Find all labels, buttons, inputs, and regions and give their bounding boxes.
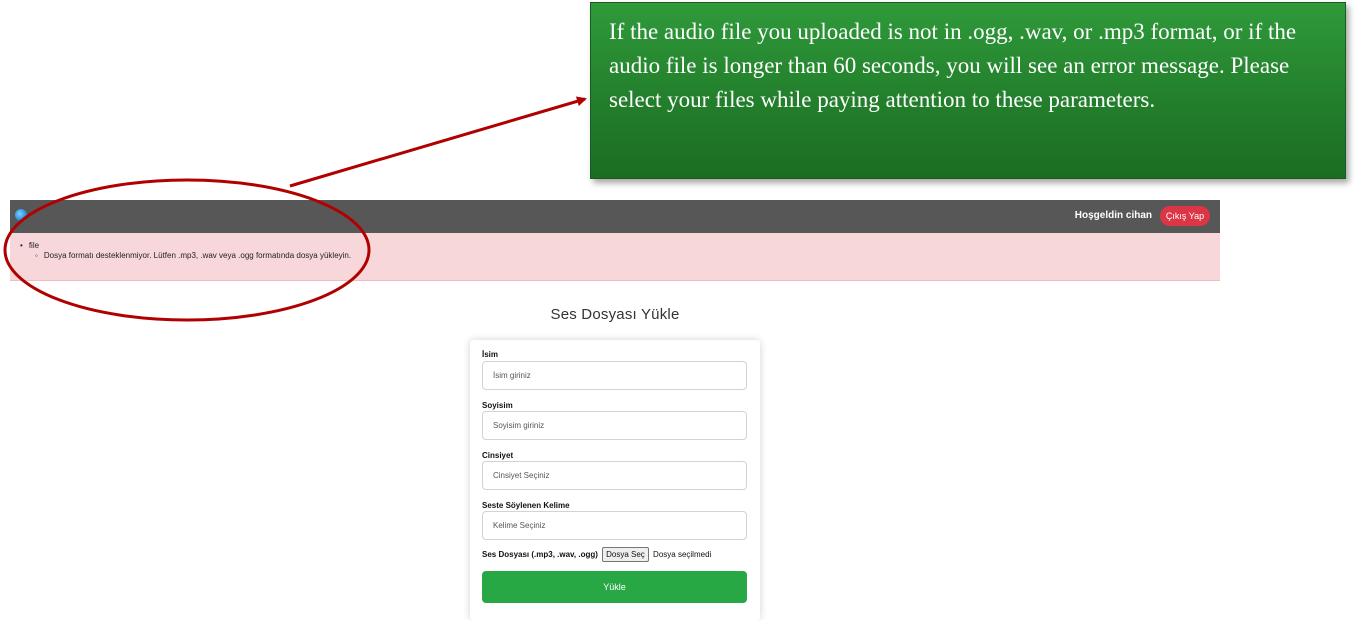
surname-label: Soyisim <box>482 401 513 410</box>
error-alert: file Dosya formatı desteklenmiyor. Lütfe… <box>10 233 1220 281</box>
annotation-callout: If the audio file you uploaded is not in… <box>590 2 1346 179</box>
file-status: Dosya seçilmedi <box>653 550 712 559</box>
logout-button[interactable]: Çıkış Yap <box>1160 206 1210 226</box>
app-logo-icon[interactable] <box>15 209 27 221</box>
name-label: İsim <box>482 350 499 359</box>
surname-input[interactable]: Soyisim giriniz <box>482 411 747 440</box>
navbar: Hoşgeldin cihan Çıkış Yap <box>10 200 1220 233</box>
file-row: Ses Dosyası (.mp3, .wav, .ogg) Dosya Seç… <box>482 547 711 562</box>
callout-text: If the audio file you uploaded is not in… <box>609 19 1297 112</box>
alert-message: Dosya formatı desteklenmiyor. Lütfen .mp… <box>35 251 351 260</box>
page-title: Ses Dosyası Yükle <box>550 306 680 323</box>
upload-button[interactable]: Yükle <box>482 571 747 603</box>
gender-select[interactable]: Cinsiyet Seçiniz <box>482 461 747 490</box>
alert-field-name: file <box>20 241 39 250</box>
arrow-line <box>289 96 587 188</box>
welcome-text: Hoşgeldin cihan <box>1074 210 1152 221</box>
name-input[interactable]: İsim giriniz <box>482 361 747 390</box>
upload-form: İsim İsim giriniz Soyisim Soyisim girini… <box>470 340 760 620</box>
word-label: Seste Söylenen Kelime <box>482 501 570 510</box>
word-select[interactable]: Kelime Seçiniz <box>482 511 747 540</box>
choose-file-button[interactable]: Dosya Seç <box>602 547 649 562</box>
file-label: Ses Dosyası (.mp3, .wav, .ogg) <box>482 550 598 559</box>
gender-label: Cinsiyet <box>482 451 514 460</box>
